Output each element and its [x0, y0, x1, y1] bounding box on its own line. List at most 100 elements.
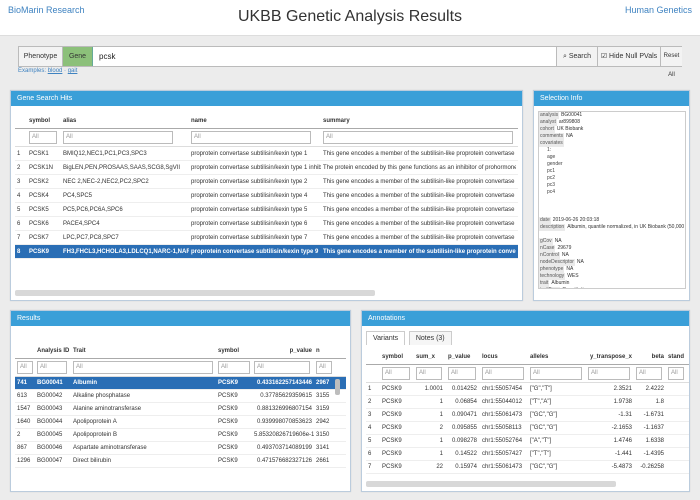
filter-sum-x-input[interactable]: All — [416, 367, 442, 380]
filter-symbol-input[interactable]: All — [29, 131, 57, 144]
filter-trait-input[interactable]: All — [73, 361, 213, 374]
filter-beta-input[interactable]: All — [636, 367, 662, 380]
cell-analysis-id: BG00044 — [37, 419, 63, 425]
col-summary[interactable]: summary — [321, 115, 516, 128]
col-locus[interactable]: locus — [480, 351, 528, 364]
col-n[interactable]: n — [314, 347, 334, 356]
col-p-value[interactable]: p_value — [446, 351, 480, 364]
variants-scrollbar[interactable] — [366, 481, 616, 487]
filter-p-value-input[interactable]: All — [254, 361, 310, 374]
gene-table-row[interactable]: 8 PCSK9 FH3,FHCL3,HCHOLA3,LDLCQ1,NARC-1,NA… — [15, 245, 518, 259]
col-symbol[interactable]: symbol — [216, 347, 252, 356]
results-panel-title: Results — [11, 311, 350, 326]
col-analysis-id[interactable]: Analysis ID — [35, 347, 71, 356]
variants-table-row[interactable]: 3 PCSK9 1 0.090471 chr1:55061473 ["GC","G"] -1… — [366, 409, 689, 422]
variants-table-row[interactable]: 2 PCSK9 1 0.06854 chr1:55044012 ["T","A"] 1.97… — [366, 396, 689, 409]
cell-summary: This gene encodes a member of the subtil… — [323, 151, 516, 157]
example-link-blood[interactable]: blood — [48, 68, 63, 74]
selection-info-key: technology — [539, 273, 566, 280]
cell-symbol: PCSK4 — [29, 193, 49, 199]
variants-table-row[interactable]: 5 PCSK9 1 0.098278 chr1:55052764 ["A","T"] 1.4… — [366, 435, 689, 448]
cell-alleles: ["A","T"] — [530, 438, 552, 444]
filter-symbol-input[interactable]: All — [382, 367, 410, 380]
variants-table-row[interactable]: 6 PCSK9 1 0.14522 chr1:55057427 ["T","T"] -1.4… — [366, 448, 689, 461]
cell-name: proprotein convertase subtilisin/kexin t… — [191, 151, 308, 157]
search-button[interactable]: ⌕ Search — [556, 47, 597, 66]
cell-n: 2942 — [316, 419, 330, 425]
cell-analysis-id: BG00047 — [37, 458, 63, 464]
filter-symbol-input[interactable]: All — [218, 361, 250, 374]
col-p-value[interactable]: p_value — [252, 347, 314, 356]
gene-table-row[interactable]: 7 PCSK7 LPC,PC7,PC8,SPC7 proprotein convert… — [15, 231, 518, 245]
cell-trait: Albumin — [73, 380, 97, 386]
filter-alleles-input[interactable]: All — [530, 367, 582, 380]
annotations-panel: Annotations Variants Notes (3) symbol su… — [361, 310, 690, 492]
gene-table-row[interactable]: 3 PCSK2 NEC 2,NEC-2,NEC2,PC2,SPC2 proprotei… — [15, 175, 518, 189]
variants-table-row[interactable]: 7 PCSK9 22 0.15974 chr1:55061473 ["GC","G"] -5… — [366, 461, 689, 474]
cell-name: proprotein convertase subtilisin/kexin t… — [191, 221, 308, 227]
selection-info-value — [539, 231, 547, 237]
selection-info-value: NA — [566, 133, 574, 139]
results-table-row[interactable]: 2 BG00045 Apolipoprotein B PCSK9 5.853208267… — [15, 429, 346, 442]
results-scrollbar[interactable] — [335, 379, 340, 395]
results-table-row[interactable]: 1296 BG00047 Direct bilirubin PCSK9 0.471576… — [15, 455, 346, 468]
gene-table-row[interactable]: 2 PCSK1N BigLEN,PEN,PROSAAS,SAAS,SCG8,SgVI… — [15, 161, 518, 175]
tab-phenotype[interactable]: Phenotype — [19, 47, 63, 66]
col-alias[interactable]: alias — [61, 115, 189, 128]
selection-info-key: gCov — [539, 238, 553, 245]
filter-p-value-input[interactable]: All — [448, 367, 476, 380]
tab-notes[interactable]: Notes (3) — [408, 331, 452, 345]
col-name[interactable]: name — [189, 115, 321, 128]
gene-table-scrollbar[interactable] — [15, 290, 375, 296]
selection-info-value: Albumin, quantile normalized, in UK Biob… — [567, 224, 685, 230]
search-input[interactable]: pcsk — [99, 47, 115, 66]
gene-table-row[interactable]: 5 PCSK5 PC5,PC6,PC6A,SPC6 proprotein conver… — [15, 203, 518, 217]
results-table-row[interactable]: 1640 BG00044 Apolipoprotein A PCSK9 0.939998… — [15, 416, 346, 429]
cell-sum-x: 1 — [439, 412, 443, 418]
reset-all-button[interactable]: Reset All — [660, 47, 682, 78]
col-y-transpose-x[interactable]: y_transpose_x — [586, 351, 634, 364]
results-table-row[interactable]: 741 BG00041 Albumin PCSK9 0.433162257143446 2… — [15, 377, 346, 390]
selection-info-line: trait Albumin — [539, 280, 685, 287]
variants-table-row[interactable]: 4 PCSK9 2 0.095855 chr1:55058113 ["GC","G"] -2… — [366, 422, 689, 435]
tab-gene[interactable]: Gene — [63, 47, 93, 66]
filter-y-transpose-input[interactable]: All — [588, 367, 630, 380]
row-number: 8 — [17, 249, 21, 255]
filter-summary-input[interactable]: All — [323, 131, 513, 144]
results-table-row[interactable]: 613 BG00042 Alkaline phosphatase PCSK9 0.377… — [15, 390, 346, 403]
hide-null-pvals-toggle[interactable]: ☑ Hide Null PVals — [597, 47, 660, 66]
cell-sum-x: 22 — [436, 464, 443, 470]
results-table-row[interactable]: 1547 BG00043 Alanine aminotransferase PCSK9… — [15, 403, 346, 416]
col-symbol[interactable]: symbol — [27, 115, 61, 128]
col-symbol[interactable]: symbol — [380, 351, 414, 364]
tab-variants[interactable]: Variants — [366, 331, 406, 345]
gene-table-row[interactable]: 4 PCSK4 PC4,SPC5 proprotein convertase subt… — [15, 189, 518, 203]
col-beta[interactable]: beta — [634, 351, 666, 364]
filter-name-input[interactable]: All — [191, 131, 311, 144]
filter-alias-input[interactable]: All — [63, 131, 173, 144]
cell-y-transpose-x: 1.9738 — [613, 399, 632, 405]
filter-rownum-input[interactable]: All — [17, 361, 33, 374]
col-sum-x[interactable]: sum_x — [414, 351, 446, 364]
gene-table-row[interactable]: 6 PCSK6 PACE4,SPC4 proprotein convertase su… — [15, 217, 518, 231]
cell-symbol: PCSK9 — [382, 451, 402, 457]
examples-prefix: Examples: — [18, 68, 47, 74]
gene-table-row[interactable]: 1 PCSK1 BMIQ12,NEC1,PC1,PC3,SPC3 proprotein… — [15, 147, 518, 161]
cell-symbol: PCSK9 — [218, 432, 238, 438]
variants-table-row[interactable]: 1 PCSK9 1.0001 0.014252 chr1:55057454 ["G","T… — [366, 383, 689, 396]
col-alleles[interactable]: alleles — [528, 351, 586, 364]
selection-info-line: phenotype NA — [539, 266, 685, 273]
col-stand[interactable]: stand — [666, 351, 686, 364]
filter-stand-input[interactable]: All — [668, 367, 684, 380]
example-link-gait[interactable]: gait — [68, 68, 78, 74]
col-trait[interactable]: Trait — [71, 347, 216, 356]
filter-analysis-id-input[interactable]: All — [37, 361, 67, 374]
selection-info-value: 1: — [547, 147, 552, 153]
selection-info-line: pc4 — [539, 189, 685, 196]
filter-n-input[interactable]: All — [316, 361, 332, 374]
selection-info-line: pc1 — [539, 168, 685, 175]
cell-alias: BMIQ12,NEC1,PC1,PC3,SPC3 — [63, 151, 147, 157]
filter-locus-input[interactable]: All — [482, 367, 524, 380]
cell-p-value: 0.014252 — [451, 386, 477, 392]
results-table-row[interactable]: 867 BG00046 Aspartate aminotransferase PCSK… — [15, 442, 346, 455]
